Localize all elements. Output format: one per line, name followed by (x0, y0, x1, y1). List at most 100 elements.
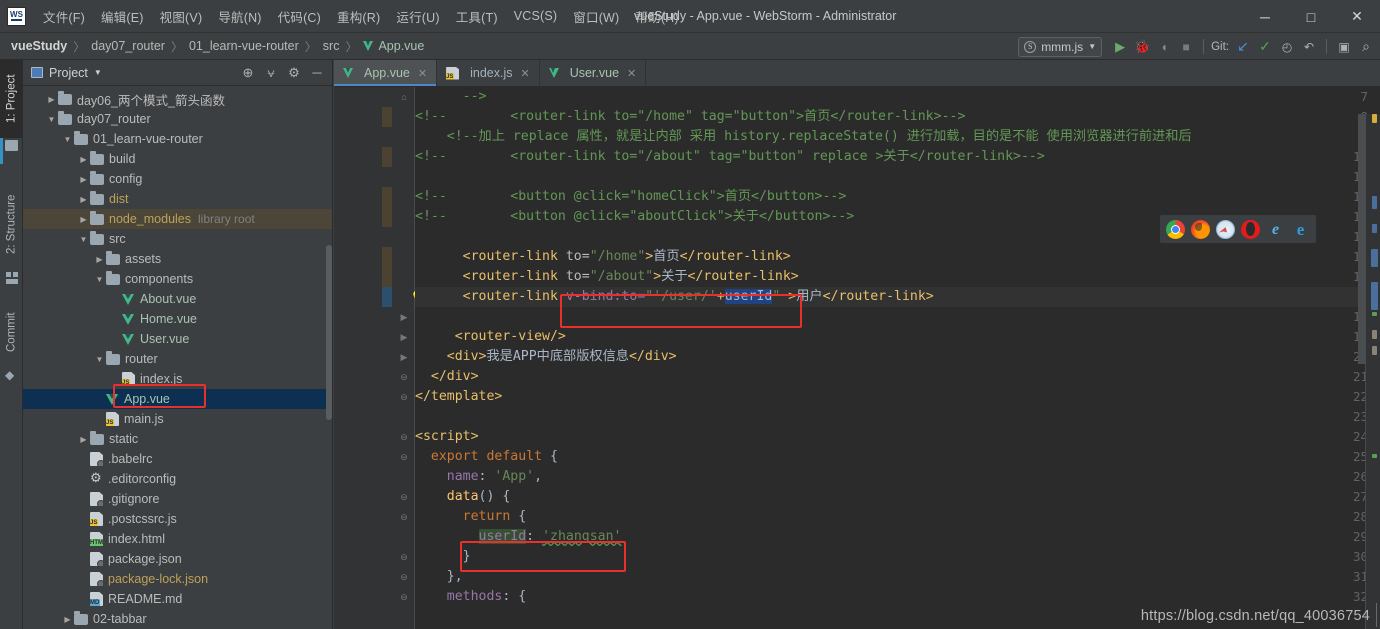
fold-marker[interactable]: ⊖ (398, 427, 410, 447)
code-text[interactable]: --> <!-- <router-link to="/home" tag="but… (415, 87, 1380, 629)
tree-item[interactable]: ▶ day06_两个模式_箭头函数 (23, 89, 332, 109)
code-line[interactable]: </div> (415, 367, 1380, 387)
fold-marker[interactable]: ⊖ (398, 447, 410, 467)
tree-item[interactable]: .babelrc (23, 449, 332, 469)
chevron-down-icon[interactable]: ▼ (94, 68, 102, 77)
info-marker[interactable] (1372, 312, 1377, 316)
run-configuration-selector[interactable]: S mmm.js ▼ (1018, 36, 1103, 57)
menu-tools[interactable]: 工具(T) (448, 4, 506, 29)
code-line[interactable]: } (415, 547, 1380, 567)
menu-refactor[interactable]: 重构(R) (329, 4, 388, 29)
chevron-right-icon[interactable]: ▶ (77, 155, 90, 164)
run-with-coverage-button[interactable]: ◖ (1154, 37, 1174, 57)
fold-marker[interactable]: ▶ (398, 347, 410, 367)
sidebar-item-commit[interactable]: Commit (0, 298, 23, 366)
project-panel-scrollbar[interactable] (326, 245, 332, 420)
settings-gear-icon[interactable]: ⚙ (284, 63, 304, 83)
code-line[interactable]: <!-- <router-link to="/home" tag="button… (415, 107, 1380, 127)
menu-navigate[interactable]: 导航(N) (210, 4, 269, 29)
tree-item[interactable]: ▶ 02-tabbar (23, 609, 332, 629)
terminal-button[interactable]: ▣ (1334, 37, 1354, 57)
tree-item[interactable]: MD README.md (23, 589, 332, 609)
stop-button[interactable]: ■ (1176, 37, 1196, 57)
code-line[interactable]: methods: { (415, 587, 1380, 607)
close-button[interactable]: ✕ (1334, 0, 1380, 33)
fold-marker[interactable]: ⊖ (398, 487, 410, 507)
fold-marker[interactable]: ▶ (398, 307, 410, 327)
search-everywhere-icon[interactable]: ⌕ (1356, 37, 1376, 57)
tree-item[interactable]: HTML index.html (23, 529, 332, 549)
menu-file[interactable]: 文件(F) (35, 4, 93, 29)
chevron-right-icon[interactable]: ▶ (77, 435, 90, 444)
code-line[interactable]: <!-- <router-link to="/about" tag="butto… (415, 147, 1380, 167)
chevron-down-icon[interactable]: ▼ (77, 235, 90, 244)
close-icon[interactable]: ✕ (520, 67, 529, 80)
code-line[interactable]: --> (415, 87, 1380, 107)
tree-item[interactable]: ▶ dist (23, 189, 332, 209)
change-marker[interactable] (1372, 224, 1377, 233)
chevron-down-icon[interactable]: ▼ (45, 115, 58, 124)
tree-item[interactable]: User.vue (23, 329, 332, 349)
tree-item[interactable]: package.json (23, 549, 332, 569)
sidebar-item-structure[interactable]: 2: Structure (0, 178, 23, 270)
code-editor[interactable]: 7891011121314151617181920212223242526272… (334, 87, 1380, 629)
tree-item[interactable]: JS .postcssrc.js (23, 509, 332, 529)
close-icon[interactable]: ✕ (627, 67, 636, 80)
menu-window[interactable]: 窗口(W) (565, 4, 627, 29)
fold-marker[interactable]: ⌂ (398, 87, 410, 107)
tree-item[interactable]: ▶ static (23, 429, 332, 449)
chevron-right-icon[interactable]: ▶ (61, 615, 74, 624)
debug-button[interactable]: 🐞 (1132, 37, 1152, 57)
tab-app-vue[interactable]: App.vue ✕ (334, 60, 438, 86)
fold-marker[interactable]: ▶ (398, 327, 410, 347)
collapse-all-icon[interactable]: ⩝ (261, 63, 281, 83)
code-line[interactable]: <!-- <button @click="homeClick">首页</butt… (415, 187, 1380, 207)
tree-item[interactable]: ▶ node_modules library root (23, 209, 332, 229)
chevron-right-icon[interactable]: ▶ (77, 175, 90, 184)
change-marker[interactable] (1372, 196, 1377, 209)
edge-browser-icon[interactable]: e (1291, 220, 1310, 239)
chevron-right-icon[interactable]: ▶ (77, 215, 90, 224)
tree-item[interactable]: .gitignore (23, 489, 332, 509)
fold-marker[interactable]: ⊖ (398, 547, 410, 567)
warning-marker[interactable] (1372, 114, 1377, 123)
git-rollback-button[interactable]: ↶ (1299, 37, 1319, 57)
menu-view[interactable]: 视图(V) (152, 4, 211, 29)
fold-marker[interactable]: ⊖ (398, 387, 410, 407)
tree-item[interactable]: About.vue (23, 289, 332, 309)
error-marker-bar[interactable] (1366, 114, 1380, 629)
code-line[interactable] (415, 307, 1380, 327)
editor-scrollbar-thumb[interactable] (1358, 114, 1366, 364)
chevron-down-icon[interactable]: ▼ (93, 355, 106, 364)
menu-run[interactable]: 运行(U) (388, 4, 447, 29)
tree-item[interactable]: ▶ assets (23, 249, 332, 269)
code-line[interactable]: userId: 'zhangsan' (415, 527, 1380, 547)
breadcrumb-item-learn-vue-router[interactable]: 01_learn-vue-router (189, 39, 299, 53)
tree-item[interactable]: JS main.js (23, 409, 332, 429)
tree-item[interactable]: ▼ day07_router (23, 109, 332, 129)
code-line[interactable]: <div>我是APP中底部版权信息</div> (415, 347, 1380, 367)
fold-marker[interactable]: ⊖ (398, 587, 410, 607)
code-line[interactable]: <script> (415, 427, 1380, 447)
minimize-button[interactable]: ─ (1242, 0, 1288, 33)
run-button[interactable]: ▶ (1110, 37, 1130, 57)
hide-panel-icon[interactable]: ─ (307, 63, 327, 83)
code-line[interactable]: <!--加上 replace 属性，就是让内部 采用 history.repla… (415, 127, 1380, 147)
code-line[interactable]: data() { (415, 487, 1380, 507)
tree-item[interactable]: ▶ build (23, 149, 332, 169)
chrome-browser-icon[interactable] (1166, 219, 1185, 239)
chevron-down-icon[interactable]: ▼ (61, 135, 74, 144)
code-line[interactable]: <router-link to="/about">关于</router-link… (415, 267, 1380, 287)
chevron-down-icon[interactable]: ▼ (93, 275, 106, 284)
maximize-button[interactable]: □ (1288, 0, 1334, 33)
tree-item[interactable]: .editorconfig (23, 469, 332, 489)
code-line[interactable]: name: 'App', (415, 467, 1380, 487)
ie-browser-icon[interactable]: e (1266, 220, 1285, 239)
code-line[interactable]: <router-view/> (415, 327, 1380, 347)
code-line[interactable] (415, 167, 1380, 187)
code-line[interactable]: </template> (415, 387, 1380, 407)
tree-item[interactable]: JS index.js (23, 369, 332, 389)
tree-item[interactable]: Home.vue (23, 309, 332, 329)
code-line[interactable]: }, (415, 567, 1380, 587)
code-line[interactable]: <router-link to="/home">首页</router-link> (415, 247, 1380, 267)
